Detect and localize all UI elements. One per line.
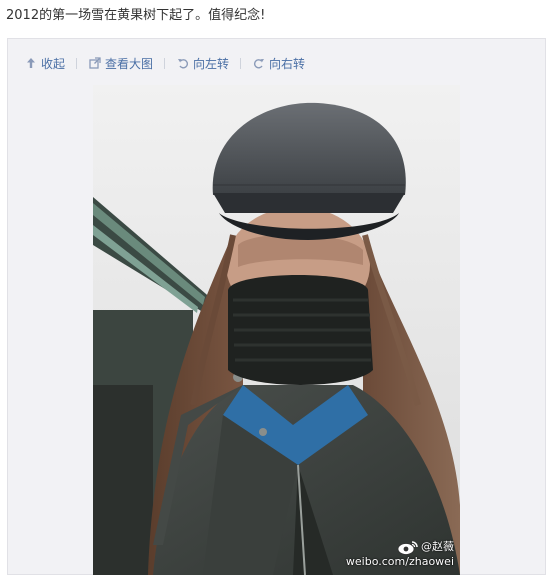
rotate-right-label: 向右转: [269, 56, 306, 71]
collapse-button[interactable]: 收起: [24, 55, 65, 72]
media-box: 收起 查看大图 向左转 向右转 @赵薇 weibo.com/zhaowei: [7, 38, 546, 575]
rotate-left-icon: [176, 56, 190, 70]
toolbar-divider: [240, 57, 242, 69]
view-large-label: 查看大图: [105, 56, 154, 71]
watermark-user: @赵薇: [421, 540, 454, 553]
post-text: 2012的第一场雪在黄果树下起了。值得纪念!: [6, 8, 266, 23]
view-large-button[interactable]: 查看大图: [88, 55, 153, 72]
toolbar-divider: [164, 57, 166, 69]
arrow-up-icon: [24, 56, 38, 70]
post-photo[interactable]: @赵薇 weibo.com/zhaowei: [93, 85, 460, 575]
rotate-left-label: 向左转: [193, 56, 230, 71]
watermark-url: weibo.com/zhaowei: [345, 555, 454, 568]
collapse-label: 收起: [41, 56, 66, 71]
photo-image: [93, 85, 460, 575]
media-toolbar: 收起 查看大图 向左转 向右转: [24, 53, 305, 73]
toolbar-divider: [76, 57, 78, 69]
external-link-icon: [88, 56, 102, 70]
rotate-right-button[interactable]: 向右转: [252, 55, 305, 72]
rotate-right-icon: [252, 56, 266, 70]
photo-watermark: @赵薇 weibo.com/zhaowei: [346, 539, 454, 569]
weibo-logo-icon: [397, 539, 419, 555]
rotate-left-button[interactable]: 向左转: [176, 55, 229, 72]
